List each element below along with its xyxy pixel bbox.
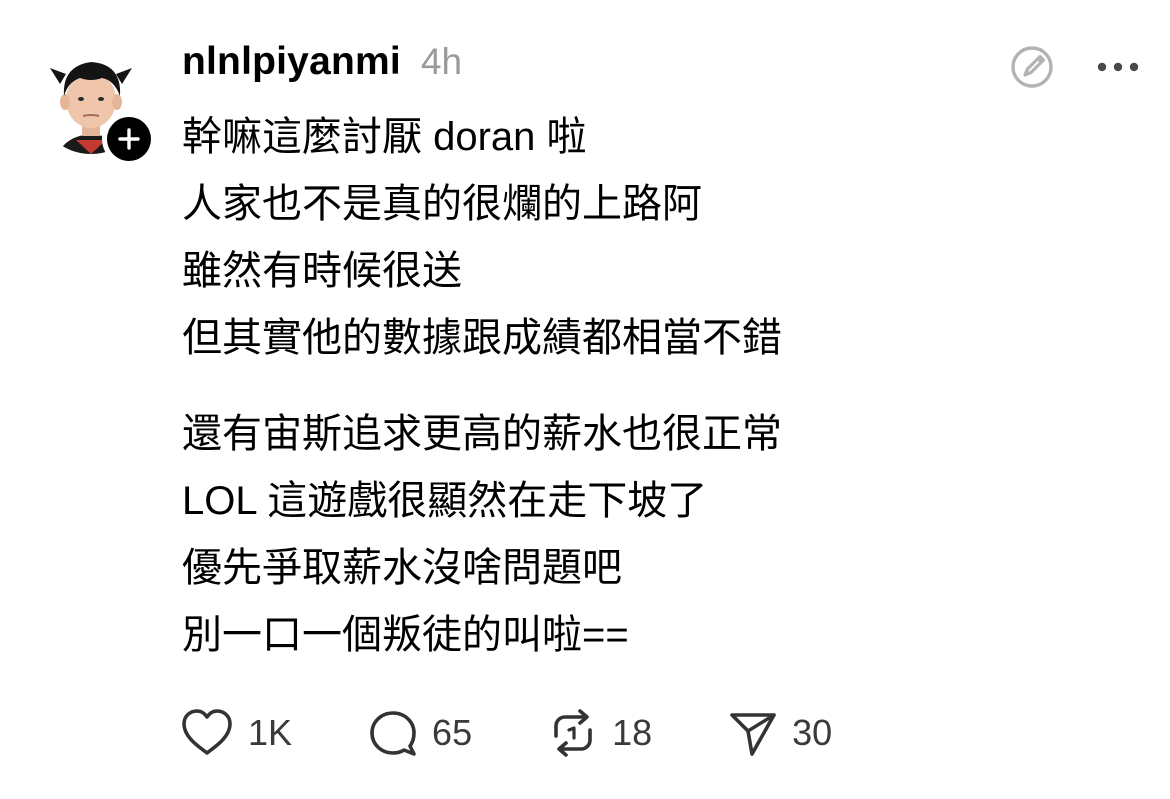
share-count: 30 bbox=[792, 712, 833, 753]
more-button[interactable] bbox=[1096, 60, 1140, 74]
post-line: 還有宙斯追求更高的薪水也很正常 bbox=[182, 412, 782, 456]
comment-button[interactable]: 65 bbox=[368, 708, 472, 758]
post-line: 雖然有時候很送 bbox=[182, 249, 462, 293]
post-line: 人家也不是真的很爛的上路阿 bbox=[182, 182, 702, 226]
comment-count: 65 bbox=[432, 712, 473, 753]
post-header: nlnlpiyanmi 4h bbox=[182, 40, 462, 96]
post-body: 幹嘛這麼討厭 doran 啦 人家也不是真的很爛的上路阿 雖然有時候很送 但其實… bbox=[182, 104, 1132, 669]
plus-icon bbox=[118, 128, 140, 150]
follow-button[interactable] bbox=[102, 112, 156, 166]
edit-icon bbox=[1011, 46, 1053, 88]
post-actions: 1K 65 18 30 bbox=[180, 706, 908, 760]
repost-count: 18 bbox=[612, 712, 653, 753]
share-button[interactable]: 30 bbox=[728, 708, 832, 758]
repost-icon bbox=[554, 709, 592, 757]
post-line: 幹嘛這麼討厭 doran 啦 bbox=[182, 115, 587, 159]
post-line: 但其實他的數據跟成績都相當不錯 bbox=[182, 316, 782, 360]
post-line: 別一口一個叛徒的叫啦== bbox=[182, 613, 629, 657]
post-top-actions bbox=[1008, 42, 1140, 92]
edit-button[interactable] bbox=[1008, 42, 1058, 92]
repost-button[interactable]: 18 bbox=[548, 708, 652, 758]
send-icon bbox=[730, 713, 776, 756]
heart-icon bbox=[182, 709, 232, 755]
like-button[interactable]: 1K bbox=[180, 708, 292, 758]
more-icon bbox=[1097, 62, 1139, 72]
username[interactable]: nlnlpiyanmi bbox=[182, 40, 401, 84]
post-line: LOL 這遊戲很顯然在走下坡了 bbox=[182, 479, 708, 523]
comment-icon bbox=[370, 711, 416, 756]
timestamp: 4h bbox=[420, 41, 463, 82]
post-line: 優先爭取薪水沒啥問題吧 bbox=[182, 546, 622, 590]
like-count: 1K bbox=[248, 712, 293, 753]
